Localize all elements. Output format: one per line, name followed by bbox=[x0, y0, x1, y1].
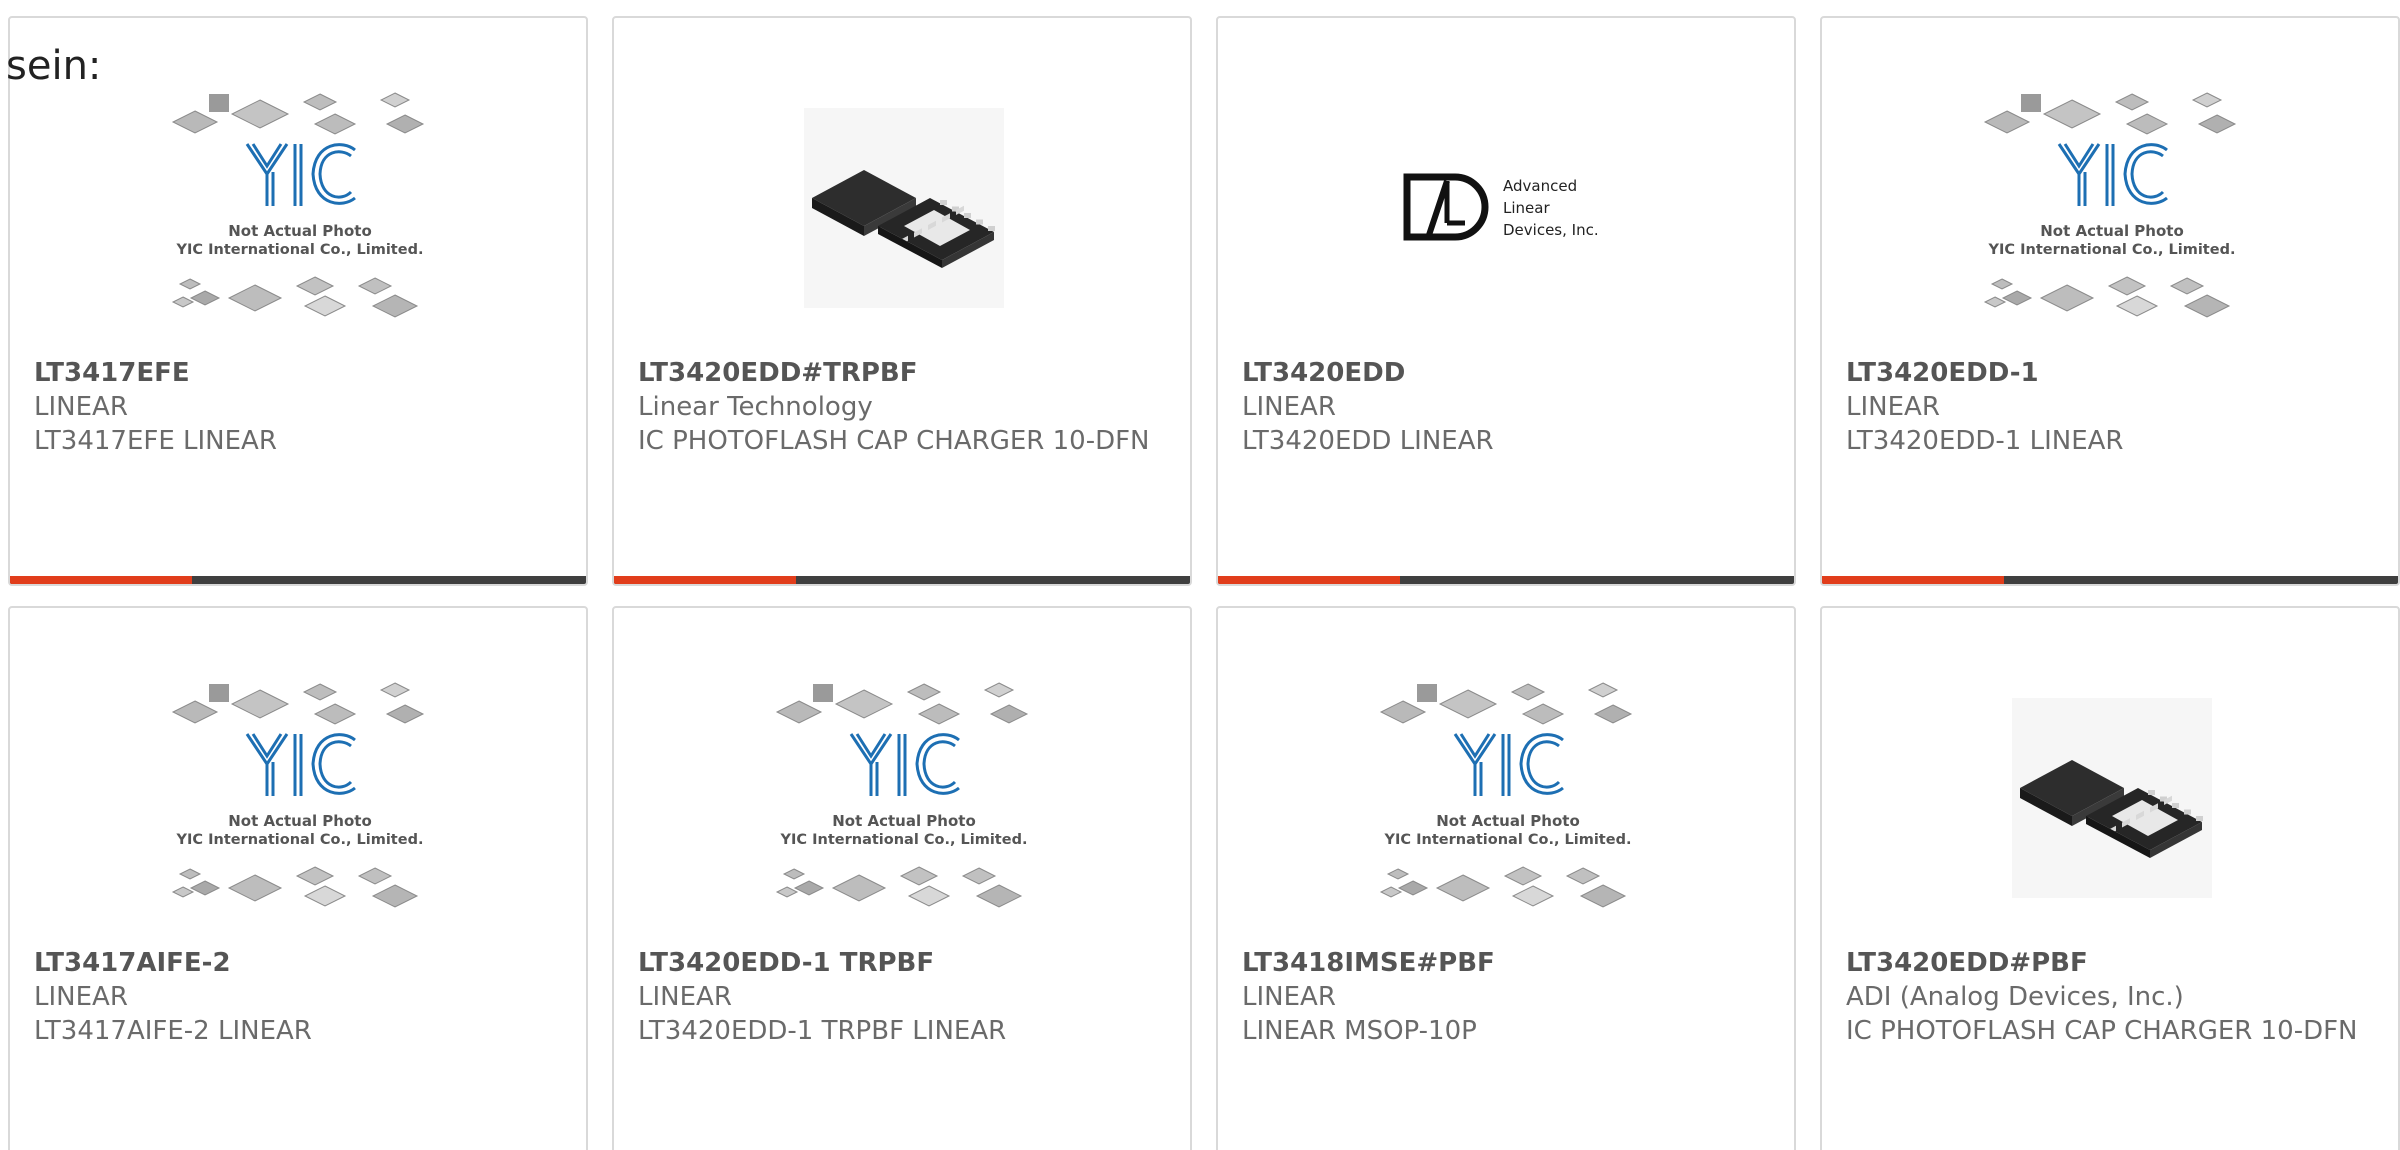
product-brand: LINEAR bbox=[1242, 982, 1336, 1012]
product-part-number[interactable]: LT3417EFE bbox=[34, 356, 562, 390]
cut-off-heading-text: sein: bbox=[6, 43, 102, 89]
product-brand: LINEAR bbox=[1846, 392, 1940, 422]
product-brand: LINEAR bbox=[34, 392, 128, 422]
placeholder-caption-line1: Not Actual Photo bbox=[832, 812, 976, 830]
card-accent-bar bbox=[10, 576, 192, 584]
placeholder-caption-line2: YIC International Co., Limited. bbox=[780, 832, 1028, 848]
yic-placeholder-image: Not Actual Photo YIC International Co., L… bbox=[1983, 92, 2237, 318]
product-part-number[interactable]: LT3420EDD#TRPBF bbox=[638, 356, 1166, 390]
product-card[interactable]: Not Actual Photo YIC International Co., L… bbox=[8, 16, 588, 586]
placeholder-caption-line2: YIC International Co., Limited. bbox=[1988, 242, 2236, 258]
product-image[interactable]: Advanced Linear Devices, Inc. bbox=[1218, 48, 1794, 368]
product-image[interactable] bbox=[1822, 638, 2398, 958]
product-brand: LINEAR bbox=[638, 982, 732, 1012]
product-info: LT3417AIFE-2 LINEAR LT3417AIFE-2 LINEAR bbox=[34, 946, 562, 1048]
card-bottom-bar bbox=[1218, 576, 1794, 584]
product-image[interactable]: Not Actual Photo YIC International Co., L… bbox=[1218, 638, 1794, 958]
product-part-number[interactable]: LT3418IMSE#PBF bbox=[1242, 946, 1770, 980]
product-description: LT3417EFE LINEAR bbox=[34, 426, 277, 456]
product-card[interactable]: LT3420EDD#TRPBF Linear Technology IC PHO… bbox=[612, 16, 1192, 586]
placeholder-caption-line1: Not Actual Photo bbox=[1436, 812, 1580, 830]
product-card[interactable]: Not Actual Photo YIC International Co., L… bbox=[1820, 16, 2400, 586]
placeholder-caption-line1: Not Actual Photo bbox=[228, 812, 372, 830]
ald-logo: Advanced Linear Devices, Inc. bbox=[1403, 173, 1599, 241]
product-description: LT3417AIFE-2 LINEAR bbox=[34, 1016, 312, 1046]
placeholder-caption-line1: Not Actual Photo bbox=[228, 222, 372, 240]
card-bottom-bar bbox=[614, 576, 1190, 584]
product-info: LT3417EFE LINEAR LT3417EFE LINEAR bbox=[34, 356, 562, 458]
dfn-chip-photo-image bbox=[2012, 698, 2212, 898]
product-info: LT3420EDD#PBF ADI (Analog Devices, Inc.)… bbox=[1846, 946, 2374, 1048]
product-description: LT3420EDD-1 TRPBF LINEAR bbox=[638, 1016, 1007, 1046]
product-info: LT3420EDD-1 TRPBF LINEAR LT3420EDD-1 TRP… bbox=[638, 946, 1166, 1048]
product-description: LT3420EDD LINEAR bbox=[1242, 426, 1494, 456]
product-image[interactable]: Not Actual Photo YIC International Co., L… bbox=[10, 638, 586, 958]
product-grid: Not Actual Photo YIC International Co., L… bbox=[0, 0, 2400, 1150]
product-card[interactable]: Not Actual Photo YIC International Co., L… bbox=[1216, 606, 1796, 1150]
product-image[interactable]: Not Actual Photo YIC International Co., L… bbox=[10, 48, 586, 368]
product-part-number[interactable]: LT3420EDD-1 TRPBF bbox=[638, 946, 1166, 980]
product-part-number[interactable]: LT3420EDD bbox=[1242, 356, 1770, 390]
ald-logo-text: Linear bbox=[1503, 199, 1550, 217]
placeholder-caption-line2: YIC International Co., Limited. bbox=[1384, 832, 1632, 848]
yic-placeholder-image: Not Actual Photo YIC International Co., L… bbox=[171, 682, 425, 908]
card-accent-bar bbox=[1822, 576, 2004, 584]
placeholder-caption-line2: YIC International Co., Limited. bbox=[176, 242, 424, 258]
product-part-number[interactable]: LT3417AIFE-2 bbox=[34, 946, 562, 980]
product-info: LT3418IMSE#PBF LINEAR LINEAR MSOP-10P bbox=[1242, 946, 1770, 1048]
product-image[interactable] bbox=[614, 48, 1190, 368]
card-bottom-bar bbox=[1822, 576, 2398, 584]
product-description: LT3420EDD-1 LINEAR bbox=[1846, 426, 2124, 456]
product-brand: ADI (Analog Devices, Inc.) bbox=[1846, 982, 2184, 1012]
yic-placeholder-image: Not Actual Photo YIC International Co., L… bbox=[171, 92, 425, 318]
product-brand: Linear Technology bbox=[638, 392, 873, 422]
card-accent-bar bbox=[614, 576, 796, 584]
product-card[interactable]: Advanced Linear Devices, Inc. LT3420EDD LI… bbox=[1216, 16, 1796, 586]
product-card[interactable]: Not Actual Photo YIC International Co., L… bbox=[8, 606, 588, 1150]
product-info: LT3420EDD#TRPBF Linear Technology IC PHO… bbox=[638, 356, 1166, 458]
product-description: LINEAR MSOP-10P bbox=[1242, 1016, 1477, 1046]
product-info: LT3420EDD LINEAR LT3420EDD LINEAR bbox=[1242, 356, 1770, 458]
product-card[interactable]: LT3420EDD#PBF ADI (Analog Devices, Inc.)… bbox=[1820, 606, 2400, 1150]
card-accent-bar bbox=[1218, 576, 1400, 584]
dfn-chip-photo-image bbox=[804, 108, 1004, 308]
card-bottom-bar bbox=[10, 576, 586, 584]
product-info: LT3420EDD-1 LINEAR LT3420EDD-1 LINEAR bbox=[1846, 356, 2374, 458]
product-description: IC PHOTOFLASH CAP CHARGER 10-DFN bbox=[638, 426, 1150, 456]
product-brand: LINEAR bbox=[1242, 392, 1336, 422]
product-card[interactable]: Not Actual Photo YIC International Co., L… bbox=[612, 606, 1192, 1150]
product-brand: LINEAR bbox=[34, 982, 128, 1012]
yic-placeholder-image: Not Actual Photo YIC International Co., L… bbox=[775, 682, 1029, 908]
product-description: IC PHOTOFLASH CAP CHARGER 10-DFN bbox=[1846, 1016, 2358, 1046]
ald-logo-text: Advanced bbox=[1503, 177, 1577, 195]
product-image[interactable]: Not Actual Photo YIC International Co., L… bbox=[1822, 48, 2398, 368]
yic-placeholder-image: Not Actual Photo YIC International Co., L… bbox=[1379, 682, 1633, 908]
product-part-number[interactable]: LT3420EDD-1 bbox=[1846, 356, 2374, 390]
product-image[interactable]: Not Actual Photo YIC International Co., L… bbox=[614, 638, 1190, 958]
placeholder-caption-line1: Not Actual Photo bbox=[2040, 222, 2184, 240]
product-part-number[interactable]: LT3420EDD#PBF bbox=[1846, 946, 2374, 980]
ald-logo-text: Devices, Inc. bbox=[1503, 221, 1599, 239]
placeholder-caption-line2: YIC International Co., Limited. bbox=[176, 832, 424, 848]
